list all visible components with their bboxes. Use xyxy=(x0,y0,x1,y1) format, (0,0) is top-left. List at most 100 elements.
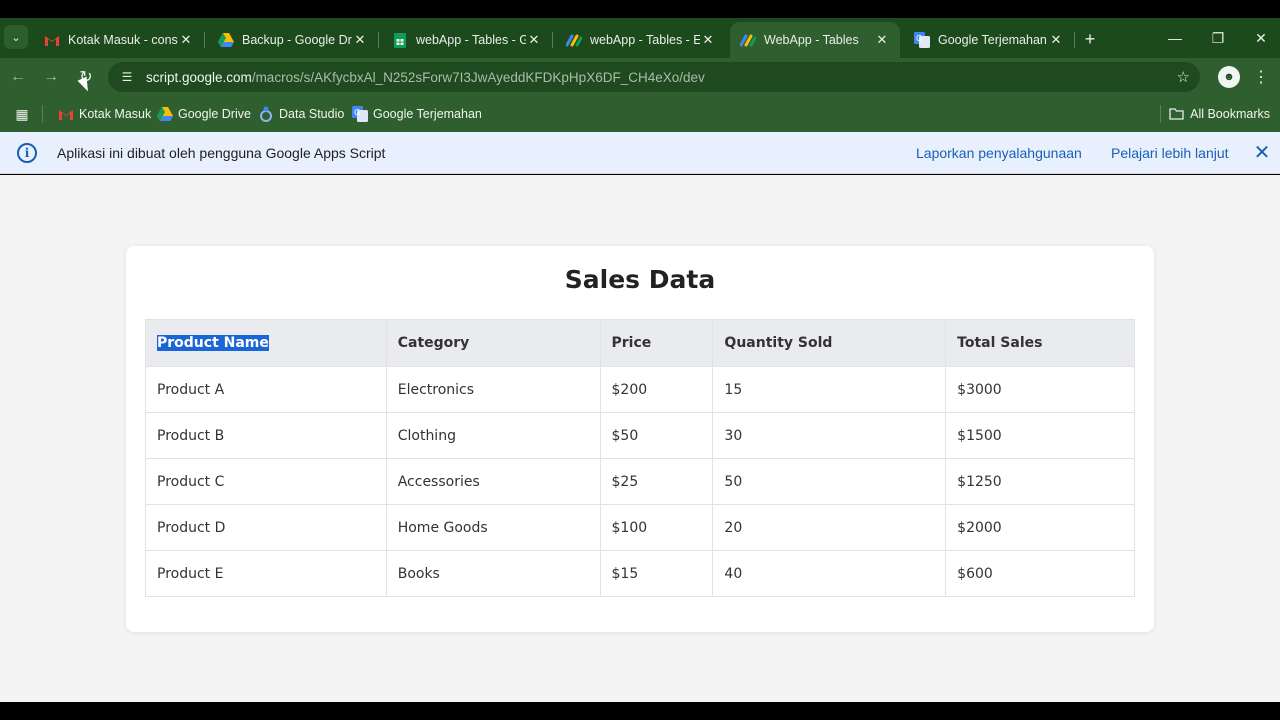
cell-category: Electronics xyxy=(385,366,601,413)
header-total-sales: Total Sales xyxy=(945,319,1135,367)
tab-close-icon[interactable]: ✕ xyxy=(352,32,368,48)
banner-message: Aplikasi ini dibuat oleh pengguna Google… xyxy=(57,145,386,161)
cell-category: Accessories xyxy=(385,458,601,505)
bookmarks-divider xyxy=(42,105,43,123)
all-bookmarks-button[interactable]: All Bookmarks xyxy=(1168,104,1270,124)
bookmark-label: Google Terjemahan xyxy=(373,107,482,121)
apps-script-info-banner: i Aplikasi ini dibuat oleh pengguna Goog… xyxy=(0,132,1280,174)
address-toolbar: ← → ↻ ☰ script.google.com/macros/s/AKfyc… xyxy=(0,58,1280,96)
tab-title: webApp - Tables - Go xyxy=(416,33,526,47)
bottom-letterbox xyxy=(0,702,1280,720)
table-row: Product C Accessories $25 50 $1250 xyxy=(145,458,1135,505)
google-translate-icon: G xyxy=(914,32,930,48)
tab-close-icon[interactable]: ✕ xyxy=(526,32,542,48)
sales-card: Sales Data Product Name Category Price Q… xyxy=(126,246,1154,632)
tab-title: Kotak Masuk - consul xyxy=(68,33,178,47)
tab-webapp-active[interactable]: WebApp - Tables ✕ xyxy=(730,22,900,58)
data-studio-icon xyxy=(258,106,274,122)
bookmark-label: Data Studio xyxy=(279,107,345,121)
sales-table: Product Name Category Price Quantity Sol… xyxy=(145,319,1135,597)
bookmark-star-icon[interactable]: ☆ xyxy=(1177,68,1190,86)
apps-script-icon xyxy=(566,32,582,48)
svg-text:G: G xyxy=(354,108,360,117)
tab-separator xyxy=(1074,32,1075,48)
cell-category: Clothing xyxy=(385,412,601,459)
tab-strip: ⌄ Kotak Masuk - consul ✕ Backup - Google… xyxy=(0,18,1280,58)
bookmark-label: Google Drive xyxy=(178,107,251,121)
cell-quantity: 15 xyxy=(712,366,947,413)
tab-close-icon[interactable]: ✕ xyxy=(700,32,716,48)
page-title: Sales Data xyxy=(564,265,716,294)
learn-more-link[interactable]: Pelajari lebih lanjut xyxy=(1111,145,1229,161)
tab-close-icon[interactable]: ✕ xyxy=(178,32,194,48)
bookmarks-bar: ▦ Kotak Masuk Google Drive Data Studio G… xyxy=(0,96,1280,132)
bookmark-google-drive[interactable]: Google Drive xyxy=(157,104,251,124)
google-sheets-icon xyxy=(392,32,408,48)
bookmark-data-studio[interactable]: Data Studio xyxy=(258,104,344,124)
cell-quantity: 30 xyxy=(712,412,947,459)
cell-price: $25 xyxy=(599,458,714,505)
tab-separator xyxy=(552,32,553,48)
google-drive-icon xyxy=(218,32,234,48)
cell-quantity: 40 xyxy=(712,550,947,597)
header-product-name[interactable]: Product Name xyxy=(145,319,387,367)
header-category: Category xyxy=(385,319,601,367)
apps-grid-icon[interactable]: ▦ xyxy=(13,105,31,123)
tab-close-icon[interactable]: ✕ xyxy=(1048,32,1064,48)
table-row: Product A Electronics $200 15 $3000 xyxy=(145,366,1135,413)
gmail-icon xyxy=(44,32,60,48)
tab-translate[interactable]: G Google Terjemahan ✕ xyxy=(904,22,1075,58)
cell-product-name: Product A xyxy=(145,366,387,413)
folder-icon xyxy=(1168,106,1184,122)
close-banner-icon[interactable]: ✕ xyxy=(1252,142,1272,164)
restore-icon[interactable]: ❐ xyxy=(1206,28,1230,48)
more-menu-icon[interactable]: ⋮ xyxy=(1253,67,1269,87)
window-close-icon[interactable]: ✕ xyxy=(1249,28,1273,48)
tab-title: WebApp - Tables xyxy=(764,33,859,47)
bookmark-google-terjemahan[interactable]: G Google Terjemahan xyxy=(352,104,482,124)
tab-title: Google Terjemahan xyxy=(938,33,1047,47)
tab-title: Backup - Google Driv xyxy=(242,33,352,47)
cell-price: $50 xyxy=(599,412,714,459)
cell-total-sales: $3000 xyxy=(945,366,1135,413)
tab-apps-script-editor[interactable]: webApp - Tables - Ed ✕ xyxy=(556,22,726,58)
cell-product-name: Product D xyxy=(145,504,387,551)
table-row: Product E Books $15 40 $600 xyxy=(145,550,1135,597)
tab-sheets[interactable]: webApp - Tables - Go ✕ xyxy=(382,22,553,58)
bookmarks-divider xyxy=(1160,105,1161,123)
gmail-icon xyxy=(58,106,74,122)
omnibox[interactable]: ☰ script.google.com/macros/s/AKfycbxAl_N… xyxy=(108,62,1200,92)
url-path: /macros/s/AKfycbxAl_N252sForw7I3JwAyeddK… xyxy=(251,69,705,85)
minimize-icon[interactable]: — xyxy=(1163,28,1187,48)
svg-text:G: G xyxy=(916,34,922,43)
profile-avatar-icon[interactable]: ☻ xyxy=(1218,66,1240,88)
header-label: Product Name xyxy=(157,335,269,351)
cell-category: Home Goods xyxy=(385,504,601,551)
apps-script-icon xyxy=(740,32,756,48)
tab-close-icon[interactable]: ✕ xyxy=(874,32,890,48)
google-translate-icon: G xyxy=(352,106,368,122)
header-price: Price xyxy=(599,319,714,367)
header-quantity-sold: Quantity Sold xyxy=(712,319,947,367)
cell-total-sales: $1250 xyxy=(945,458,1135,505)
tab-title: webApp - Tables - Ed xyxy=(590,33,700,47)
tab-drive-backup[interactable]: Backup - Google Driv ✕ xyxy=(208,22,379,58)
table-row: Product D Home Goods $100 20 $2000 xyxy=(145,504,1135,551)
table-header-row: Product Name Category Price Quantity Sol… xyxy=(145,319,1135,367)
report-abuse-link[interactable]: Laporkan penyalahgunaan xyxy=(916,145,1082,161)
tab-gmail[interactable]: Kotak Masuk - consul ✕ xyxy=(34,22,205,58)
cell-quantity: 20 xyxy=(712,504,947,551)
cell-total-sales: $1500 xyxy=(945,412,1135,459)
new-tab-plus-icon[interactable]: + xyxy=(1080,29,1100,49)
bookmark-kotak-masuk[interactable]: Kotak Masuk xyxy=(58,104,151,124)
bookmark-label: Kotak Masuk xyxy=(79,107,152,121)
tab-search-chevron-icon[interactable]: ⌄ xyxy=(4,25,28,49)
url-text[interactable]: script.google.com/macros/s/AKfycbxAl_N25… xyxy=(146,70,705,85)
tab-separator xyxy=(204,32,205,48)
all-bookmarks-label: All Bookmarks xyxy=(1190,107,1270,121)
info-icon: i xyxy=(17,143,37,163)
forward-arrow-icon[interactable]: → xyxy=(41,67,61,87)
back-arrow-icon[interactable]: ← xyxy=(8,67,28,87)
site-settings-icon[interactable]: ☰ xyxy=(118,68,136,86)
cell-total-sales: $600 xyxy=(945,550,1135,597)
